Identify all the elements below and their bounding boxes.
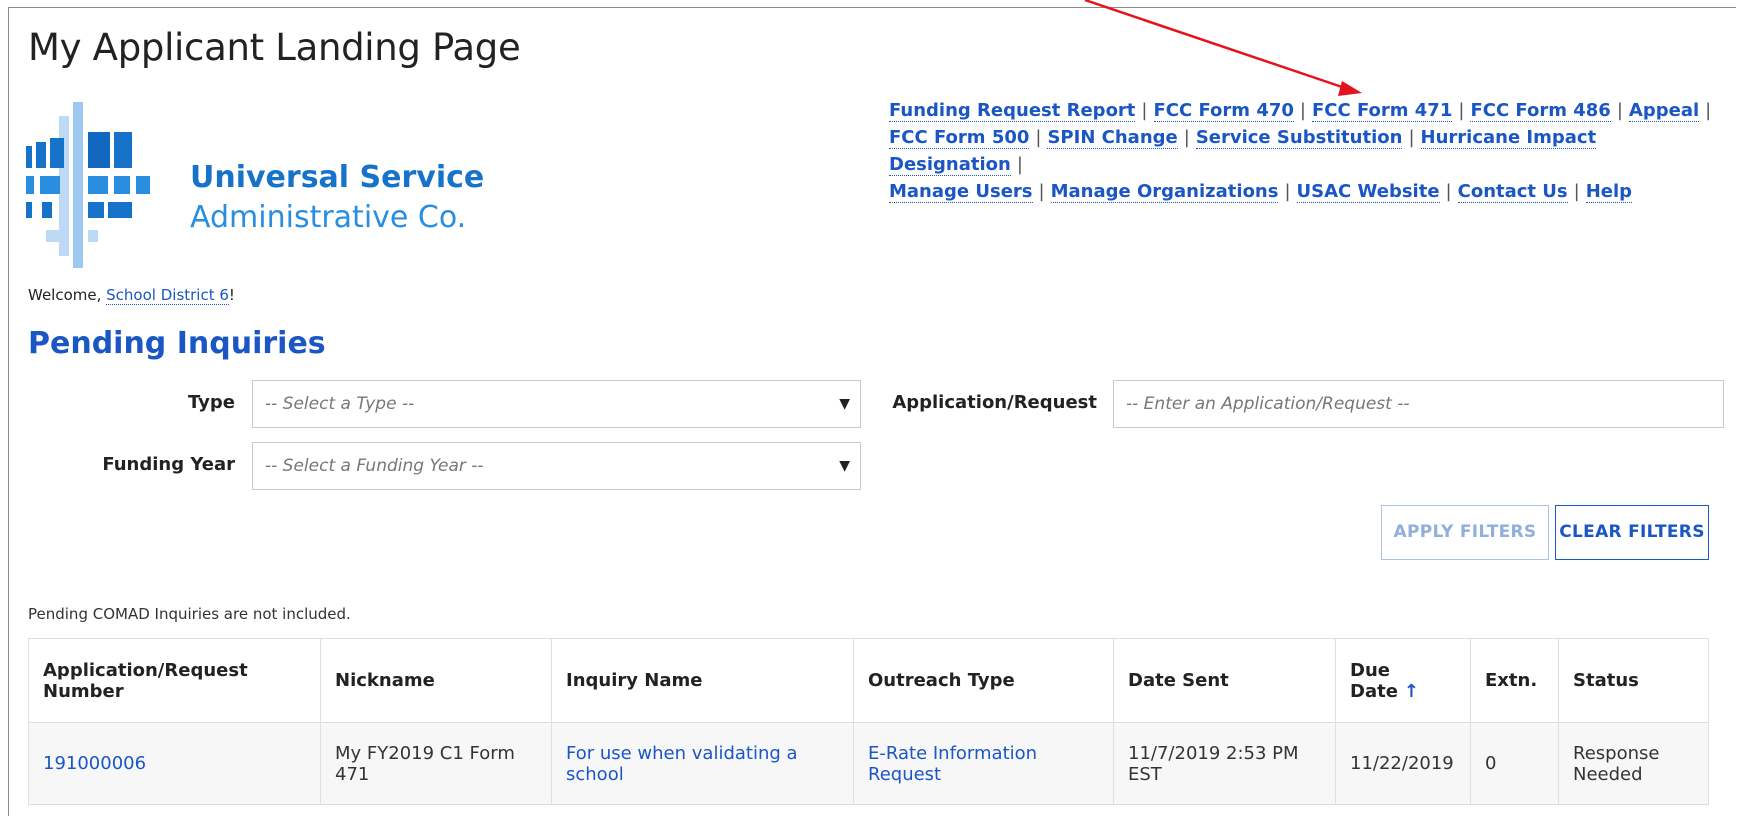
link-contact-us[interactable]: Contact Us: [1457, 181, 1568, 203]
col-nickname[interactable]: Nickname: [320, 638, 552, 723]
link-fcc-form-500[interactable]: FCC Form 500: [889, 127, 1030, 149]
cell-application-number-link[interactable]: 191000006: [28, 722, 321, 805]
cell-status: Response Needed: [1558, 722, 1709, 805]
table-row: 191000006 My FY2019 C1 Form 471 For use …: [28, 722, 1709, 805]
link-spin-change[interactable]: SPIN Change: [1047, 127, 1178, 149]
link-service-substitution[interactable]: Service Substitution: [1195, 127, 1403, 149]
page-title: My Applicant Landing Page: [28, 26, 521, 69]
col-inquiry-name[interactable]: Inquiry Name: [551, 638, 854, 723]
chevron-down-icon: ▼: [839, 458, 850, 474]
logo-text: Universal Service Administrative Co.: [190, 158, 484, 238]
type-select-value: -- Select a Type --: [265, 394, 415, 414]
chevron-down-icon: ▼: [839, 396, 850, 412]
welcome-user-link[interactable]: School District 6: [106, 286, 229, 305]
welcome-message: Welcome, School District 6!: [28, 286, 235, 305]
funding-year-select-value: -- Select a Funding Year --: [265, 456, 484, 476]
comad-note: Pending COMAD Inquiries are not included…: [28, 605, 351, 623]
cell-inquiry-name-link[interactable]: For use when validating a school: [551, 722, 854, 805]
col-due-date-label: Due Date: [1350, 659, 1398, 702]
pending-inquiries-table: Application/Request Number Nickname Inqu…: [28, 638, 1709, 805]
col-date-sent[interactable]: Date Sent: [1113, 638, 1336, 723]
col-due-date[interactable]: Due Date ↑: [1335, 638, 1471, 723]
cell-date-sent: 11/7/2019 2:53 PM EST: [1113, 722, 1336, 805]
link-fcc-form-470[interactable]: FCC Form 470: [1153, 100, 1294, 122]
pending-inquiries-title: Pending Inquiries: [28, 326, 326, 361]
cell-outreach-type-link[interactable]: E-Rate Information Request: [853, 722, 1114, 805]
link-fcc-form-486[interactable]: FCC Form 486: [1470, 100, 1611, 122]
sort-ascending-icon: ↑: [1403, 680, 1419, 702]
welcome-prefix: Welcome,: [28, 286, 107, 304]
link-usac-website[interactable]: USAC Website: [1296, 181, 1440, 203]
link-help[interactable]: Help: [1585, 181, 1633, 203]
col-application-request-number[interactable]: Application/Request Number: [28, 638, 321, 723]
col-outreach-type[interactable]: Outreach Type: [853, 638, 1114, 723]
type-label: Type: [188, 392, 235, 413]
application-request-label: Application/Request: [892, 392, 1097, 413]
logo-line-2: Administrative Co.: [190, 200, 467, 235]
clear-filters-button[interactable]: CLEAR FILTERS: [1555, 505, 1709, 560]
application-request-input[interactable]: -- Enter an Application/Request --: [1113, 380, 1724, 428]
cell-extn: 0: [1470, 722, 1559, 805]
usac-logo: Universal Service Administrative Co.: [26, 102, 506, 272]
funding-year-select[interactable]: -- Select a Funding Year -- ▼: [252, 442, 861, 490]
cell-nickname: My FY2019 C1 Form 471: [320, 722, 552, 805]
logo-line-1: Universal Service: [190, 160, 485, 195]
welcome-suffix: !: [228, 286, 235, 304]
link-funding-request-report[interactable]: Funding Request Report: [889, 100, 1136, 122]
col-status[interactable]: Status: [1558, 638, 1709, 723]
link-manage-organizations[interactable]: Manage Organizations: [1050, 181, 1279, 203]
link-appeal[interactable]: Appeal: [1628, 100, 1700, 122]
type-select[interactable]: -- Select a Type -- ▼: [252, 380, 861, 428]
link-manage-users[interactable]: Manage Users: [889, 181, 1033, 203]
col-extn[interactable]: Extn.: [1470, 638, 1559, 723]
apply-filters-button[interactable]: APPLY FILTERS: [1381, 505, 1549, 560]
cell-due-date: 11/22/2019: [1335, 722, 1471, 805]
top-nav-links: Funding Request Report | FCC Form 470 | FCC …: [889, 100, 1712, 203]
link-fcc-form-471[interactable]: FCC Form 471: [1311, 100, 1453, 122]
table-header-row: Application/Request Number Nickname Inqu…: [28, 638, 1709, 723]
logo-mark-icon: [26, 102, 150, 268]
funding-year-label: Funding Year: [102, 454, 235, 475]
